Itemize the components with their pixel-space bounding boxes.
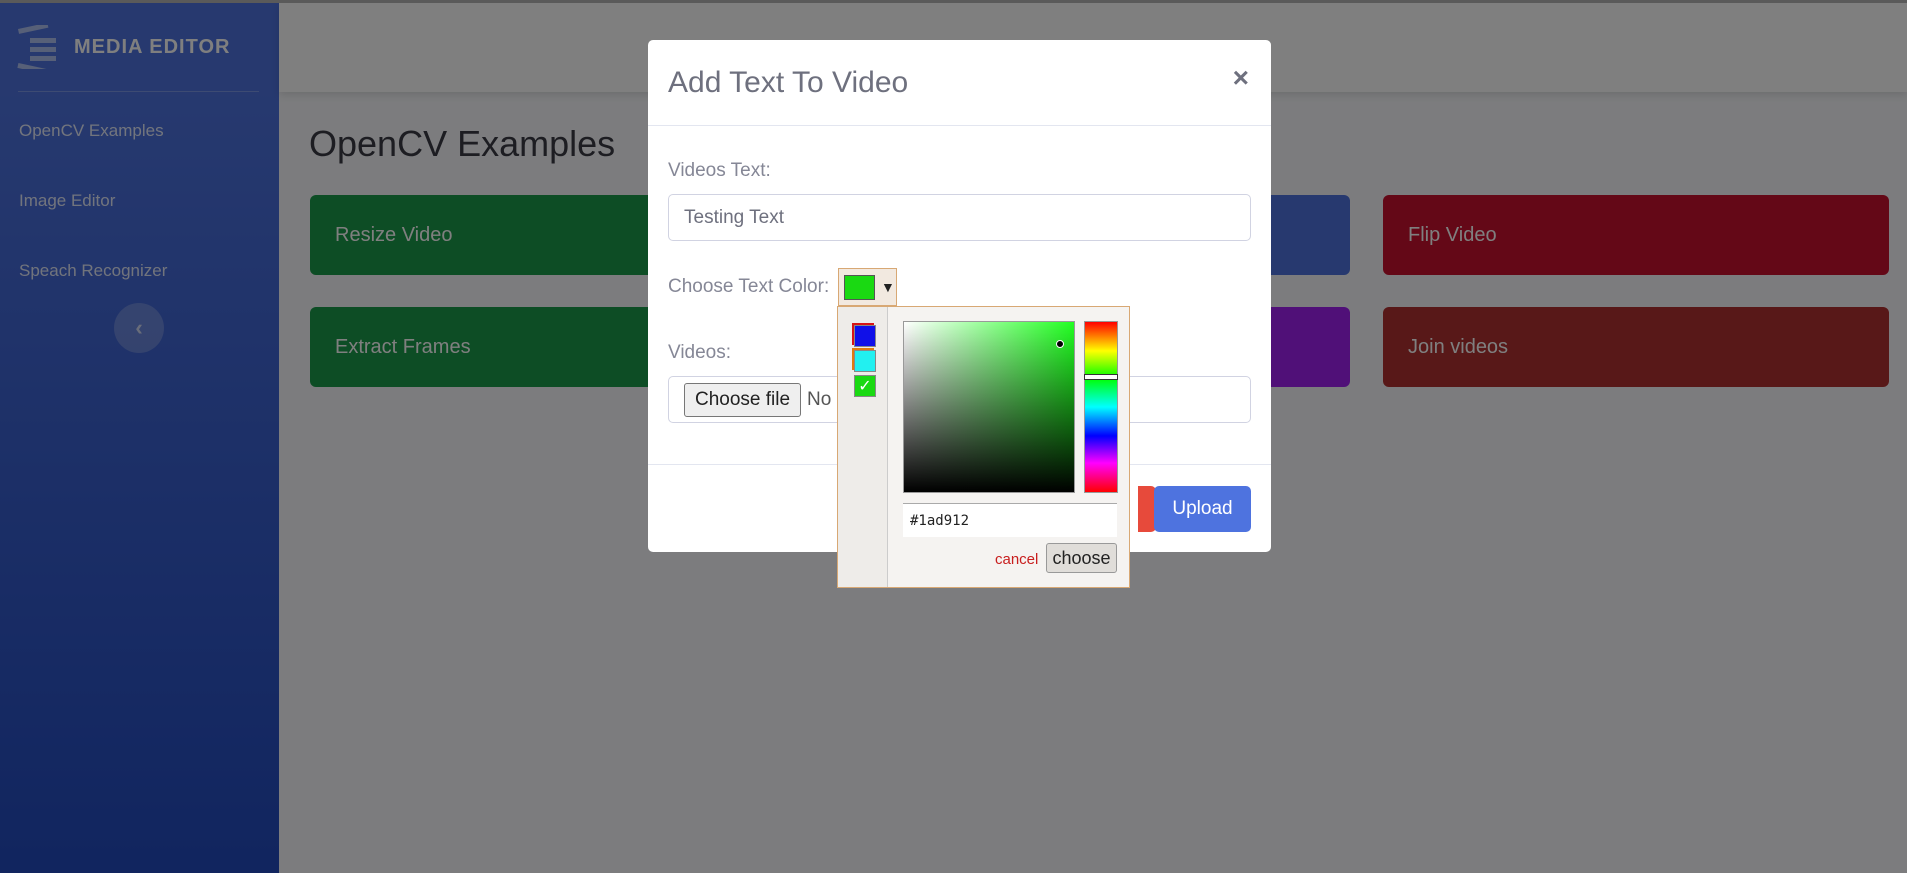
text-color-label: Choose Text Color: <box>668 276 830 297</box>
selected-color-swatch <box>844 274 875 300</box>
saturation-value-area[interactable] <box>903 321 1075 493</box>
modal-header: Add Text To Video × <box>648 40 1271 126</box>
recent-color-cyan[interactable] <box>854 350 876 372</box>
hue-slider-handle[interactable] <box>1084 374 1118 380</box>
upload-button[interactable]: Upload <box>1154 486 1251 532</box>
recent-color-green[interactable]: ✓ <box>854 375 876 397</box>
window-top-border <box>0 0 1907 3</box>
picker-cancel-link[interactable]: cancel <box>995 551 1038 568</box>
color-picker-popup: ✓ #1ad912 cancel choose <box>837 306 1130 588</box>
sv-marker-handle[interactable] <box>1056 340 1064 348</box>
choose-file-button[interactable]: Choose file <box>684 382 801 417</box>
color-picker-button[interactable]: ▼ <box>838 268 897 306</box>
file-status-text: No <box>807 388 832 410</box>
caret-down-icon: ▼ <box>881 279 895 295</box>
checkmark-icon: ✓ <box>858 378 872 395</box>
hex-color-input[interactable]: #1ad912 <box>903 503 1117 537</box>
videos-text-input[interactable]: Testing Text <box>668 194 1251 241</box>
close-icon[interactable]: × <box>1233 62 1249 94</box>
modal-title: Add Text To Video <box>668 66 909 99</box>
picker-choose-button[interactable]: choose <box>1046 543 1117 573</box>
recent-colors-panel: ✓ <box>838 307 888 587</box>
hue-slider[interactable] <box>1084 321 1118 493</box>
recent-color-blue[interactable] <box>854 325 876 347</box>
videos-text-label: Videos Text: <box>668 160 771 181</box>
videos-label: Videos: <box>668 342 732 363</box>
